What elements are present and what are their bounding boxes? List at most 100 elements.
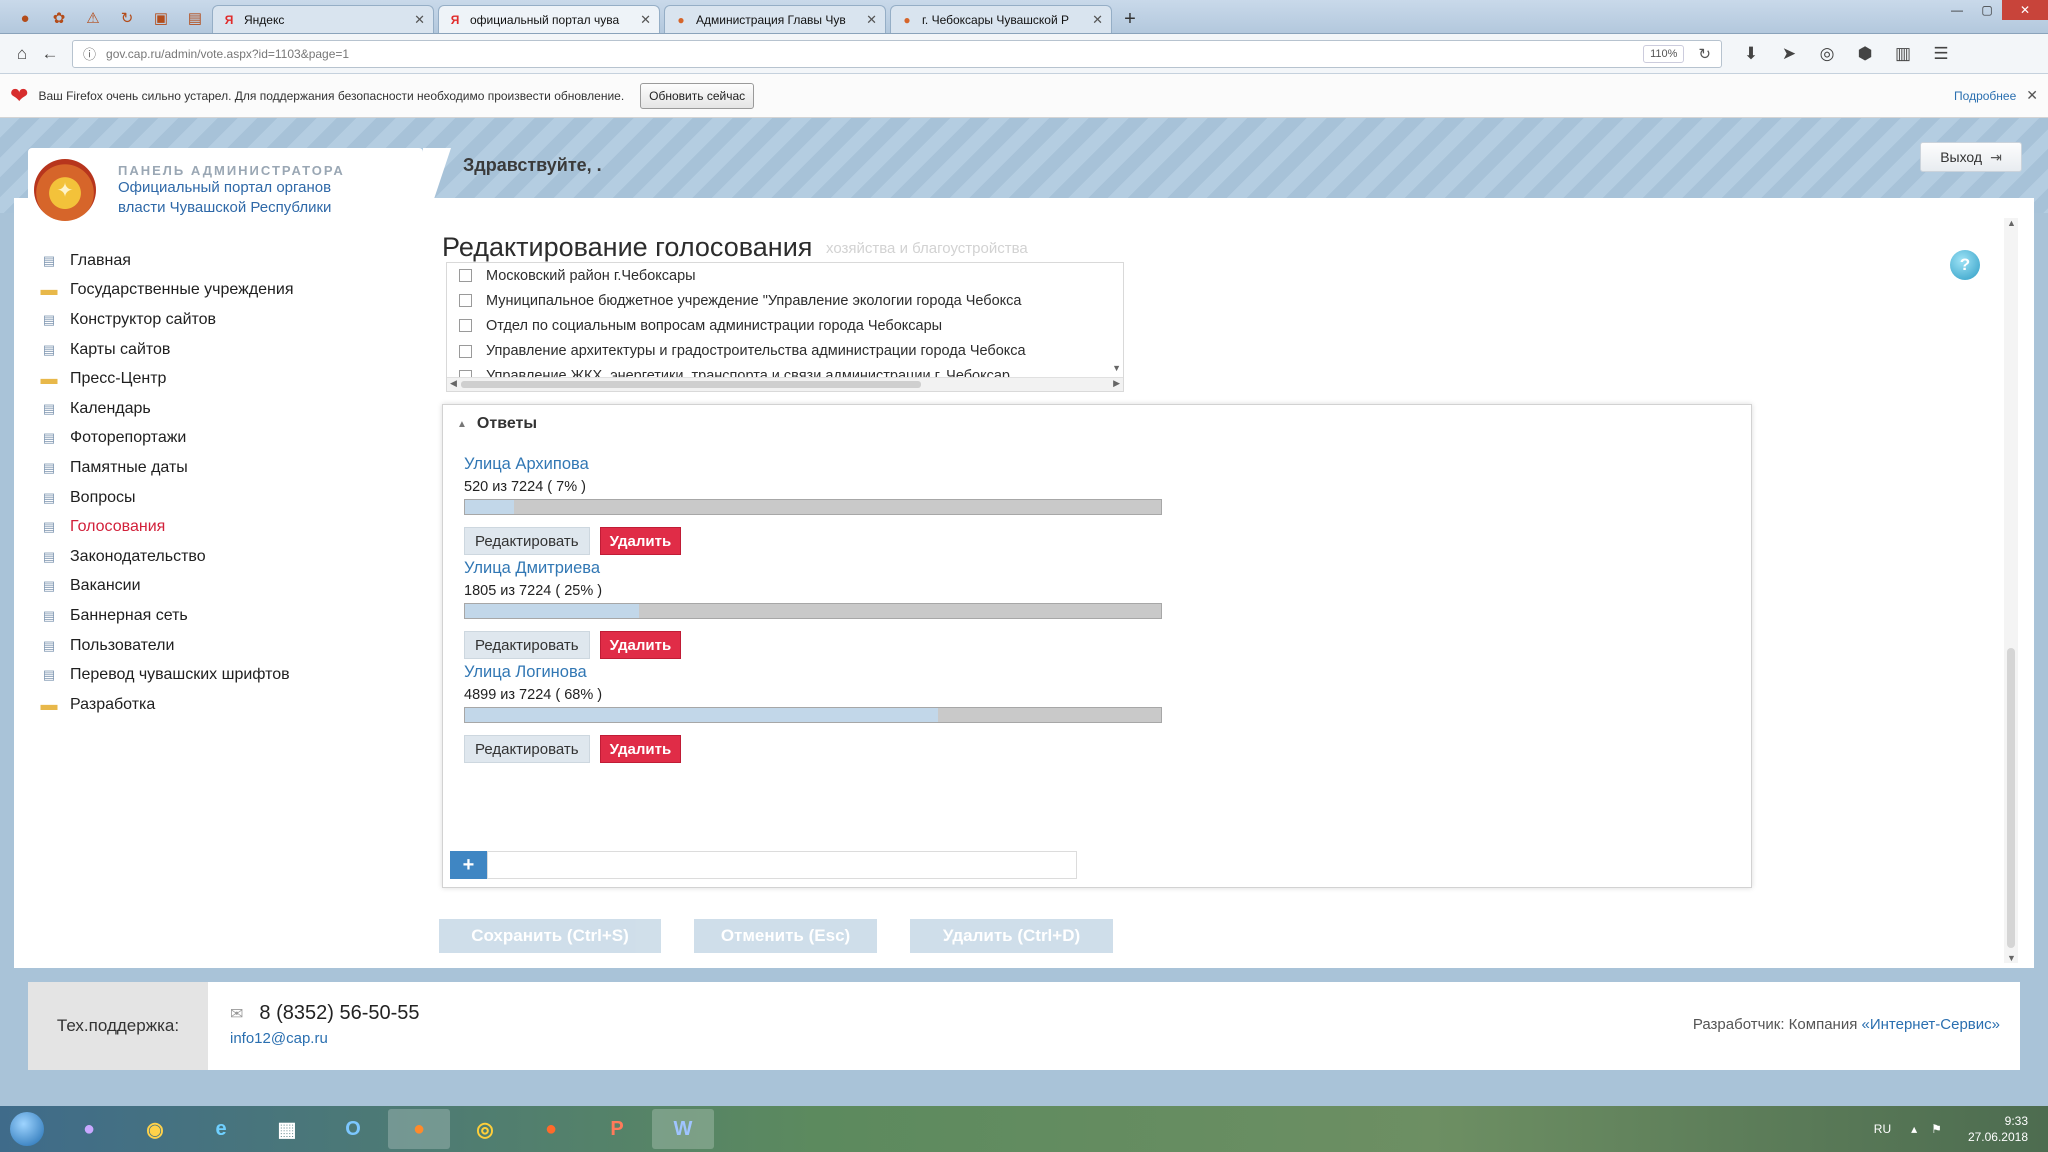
sidebar-item[interactable]: ▤ Голосования <box>40 512 400 542</box>
close-tab-icon[interactable]: ✕ <box>866 12 877 28</box>
answers-header[interactable]: ▲ Ответы <box>457 415 537 433</box>
shield-icon[interactable]: ⬢ <box>1846 40 1884 68</box>
cancel-button[interactable]: Отменить (Esc) <box>694 919 877 953</box>
back-button[interactable]: ← <box>36 40 64 68</box>
clock[interactable]: 9:33 27.06.2018 <box>1968 1113 2028 1145</box>
sidebar-item[interactable]: ▤ Перевод чувашских шрифтов <box>40 660 400 690</box>
pinned-tab-3[interactable]: ⚠ <box>76 3 110 33</box>
close-window-button[interactable]: ✕ <box>2002 0 2048 20</box>
taskbar-app-chrome[interactable]: ◎ <box>454 1109 516 1149</box>
taskbar-app-firefox[interactable]: ● <box>388 1109 450 1149</box>
org-checkbox[interactable] <box>459 344 472 358</box>
sidebar-item[interactable]: ▤ Конструктор сайтов <box>40 305 400 335</box>
org-checkbox[interactable] <box>459 269 472 283</box>
answer-name[interactable]: Улица Дмитриева <box>464 559 1164 583</box>
taskbar-app-outlook[interactable]: O <box>322 1109 384 1149</box>
scroll-down-arrow-icon[interactable]: ▼ <box>2007 953 2016 963</box>
scrollbar-thumb[interactable] <box>2007 648 2015 948</box>
taskbar-app-chrome-like[interactable]: ◉ <box>124 1109 186 1149</box>
logout-button[interactable]: Выход ⇥ <box>1920 142 2022 172</box>
close-notification-icon[interactable]: ✕ <box>2026 87 2038 104</box>
edit-answer-button[interactable]: Редактировать <box>464 527 590 555</box>
edit-answer-button[interactable]: Редактировать <box>464 631 590 659</box>
horizontal-scrollbar[interactable]: ◀ ▶ <box>447 377 1123 391</box>
pinned-tab-5[interactable]: ▣ <box>144 3 178 33</box>
sidebar-item[interactable]: ▤ Главная <box>40 246 400 276</box>
scroll-up-arrow-icon[interactable]: ▲ <box>2007 218 2016 228</box>
browser-tab[interactable]: Яофициальный портал чува ✕ <box>438 5 660 33</box>
flag-icon[interactable]: ⚑ <box>1931 1122 1942 1136</box>
save-button[interactable]: Сохранить (Ctrl+S) <box>439 919 661 953</box>
developer-link[interactable]: «Интернет-Сервис» <box>1862 1016 2001 1033</box>
window-controls: — ▢ ✕ <box>1942 0 2048 20</box>
close-tab-icon[interactable]: ✕ <box>1092 12 1103 28</box>
site-info-icon[interactable]: ⓘ <box>83 44 96 63</box>
send-icon[interactable]: ➤ <box>1770 40 1808 68</box>
browser-tab[interactable]: ● Администрация Главы Чув ✕ <box>664 5 886 33</box>
sidebar-item[interactable]: ▬ Пресс-Центр <box>40 364 400 394</box>
close-tab-icon[interactable]: ✕ <box>414 12 425 28</box>
site-logo[interactable]: ✦ ПАНЕЛЬ АДМИНИСТРАТОРА Официальный порт… <box>28 148 451 232</box>
sidebar-item[interactable]: ▤ Календарь <box>40 394 400 424</box>
add-answer-button[interactable]: + <box>450 851 487 879</box>
delete-answer-button[interactable]: Удалить <box>599 735 682 763</box>
language-indicator[interactable]: RU <box>1874 1122 1891 1136</box>
answer-count: 520 из 7224 ( 7% ) <box>464 479 586 495</box>
sidebar-item[interactable]: ▤ Пользователи <box>40 631 400 661</box>
home-button[interactable]: ⌂ <box>8 40 36 68</box>
sidebar-item[interactable]: ▬ Государственные учреждения <box>40 276 400 306</box>
sidebar-item[interactable]: ▤ Законодательство <box>40 542 400 572</box>
menu-icon[interactable]: ☰ <box>1922 40 1960 68</box>
sidebar-item[interactable]: ▤ Вакансии <box>40 572 400 602</box>
edit-answer-button[interactable]: Редактировать <box>464 735 590 763</box>
sidebar-toggle-icon[interactable]: ▥ <box>1884 40 1922 68</box>
scroll-right-arrow-icon[interactable]: ▶ <box>1113 378 1120 389</box>
start-button[interactable] <box>0 1106 54 1152</box>
support-email-link[interactable]: info12@cap.ru <box>230 1030 328 1047</box>
taskbar-app-mic[interactable]: ● <box>58 1109 120 1149</box>
taskbar-app-powerpoint[interactable]: P <box>586 1109 648 1149</box>
answer-name[interactable]: Улица Логинова <box>464 663 1164 687</box>
new-tab-button[interactable]: + <box>1116 5 1144 33</box>
browser-tab[interactable]: Я Яндекс ✕ <box>212 5 434 33</box>
taskbar-app-calculator[interactable]: ▦ <box>256 1109 318 1149</box>
maximize-button[interactable]: ▢ <box>1972 0 2002 20</box>
sidebar-item[interactable]: ▤ Вопросы <box>40 483 400 513</box>
delete-answer-button[interactable]: Удалить <box>599 527 682 555</box>
sidebar-item[interactable]: ▤ Памятные даты <box>40 453 400 483</box>
tray-arrow-icon[interactable]: ▴ <box>1911 1122 1917 1136</box>
browser-tab[interactable]: ● г. Чебоксары Чувашской Р ✕ <box>890 5 1112 33</box>
pinned-tab-1[interactable]: ● <box>8 3 42 33</box>
sidebar-item[interactable]: ▤ Баннерная сеть <box>40 601 400 631</box>
reload-icon[interactable]: ↻ <box>1698 45 1711 63</box>
help-icon[interactable]: ? <box>1950 250 1980 280</box>
pinned-tab-6[interactable]: ▤ <box>178 3 212 33</box>
pinned-tab-2[interactable]: ✿ <box>42 3 76 33</box>
close-tab-icon[interactable]: ✕ <box>640 12 651 28</box>
sidebar-item[interactable]: ▤ Карты сайтов <box>40 335 400 365</box>
pinned-tab-4[interactable]: ↻ <box>110 3 144 33</box>
taskbar-app-firefox-2[interactable]: ● <box>520 1109 582 1149</box>
org-checkbox[interactable] <box>459 294 472 308</box>
delete-vote-button[interactable]: Удалить (Ctrl+D) <box>910 919 1113 953</box>
org-checkbox[interactable] <box>459 319 472 333</box>
scroll-down-arrow-icon[interactable]: ▼ <box>1112 363 1121 373</box>
delete-answer-button[interactable]: Удалить <box>599 631 682 659</box>
sidebar-item[interactable]: ▬ Разработка <box>40 690 400 720</box>
download-icon[interactable]: ⬇ <box>1732 40 1770 68</box>
minimize-button[interactable]: — <box>1942 0 1972 20</box>
url-bar[interactable]: ⓘ gov.cap.ru/admin/vote.aspx?id=1103&pag… <box>72 39 1722 68</box>
scrollbar-thumb[interactable] <box>461 381 921 388</box>
zoom-level[interactable]: 110% <box>1643 44 1685 63</box>
new-answer-input[interactable] <box>487 851 1077 879</box>
taskbar-app-ie[interactable]: e <box>190 1109 252 1149</box>
addon-icon[interactable]: ◎ <box>1808 40 1846 68</box>
page-scrollbar[interactable]: ▲ ▼ <box>2004 218 2018 963</box>
sidebar-item[interactable]: ▤ Фоторепортажи <box>40 424 400 454</box>
taskbar-app-word[interactable]: W <box>652 1109 714 1149</box>
more-info-link[interactable]: Подробнее <box>1954 89 2016 103</box>
scroll-left-arrow-icon[interactable]: ◀ <box>450 378 457 389</box>
update-now-button[interactable]: Обновить сейчас <box>640 82 755 109</box>
organization-list[interactable]: Московский район г.Чебоксары Муниципально… <box>446 262 1124 392</box>
answer-name[interactable]: Улица Архипова <box>464 455 1164 479</box>
